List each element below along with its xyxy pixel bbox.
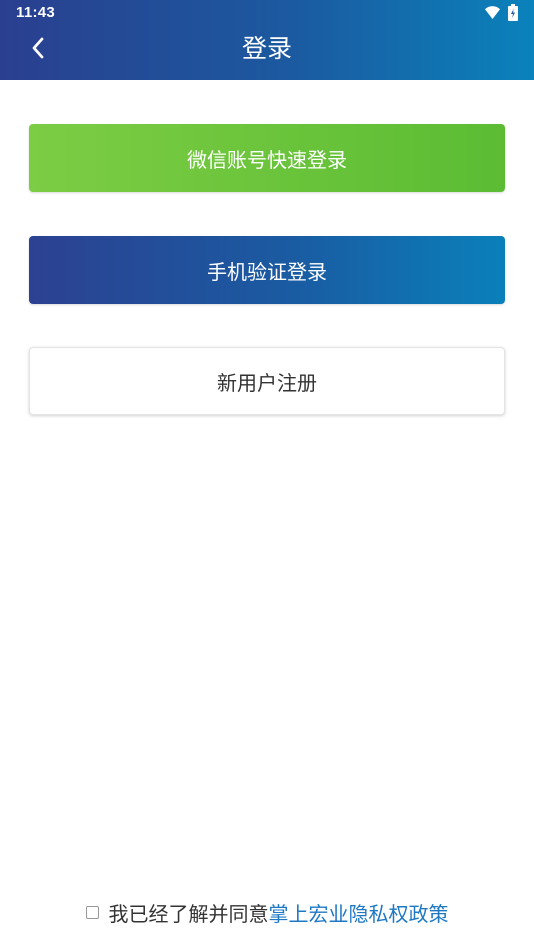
app-header: 11:43 登录 <box>0 0 534 80</box>
wifi-icon <box>485 6 500 19</box>
privacy-policy-link[interactable]: 掌上宏业隐私权政策 <box>269 898 449 927</box>
phone-login-button[interactable]: 手机验证登录 <box>29 236 505 304</box>
agreement-row: 我已经了解并同意 掌上宏业隐私权政策 <box>0 898 534 927</box>
agree-checkbox[interactable] <box>85 906 99 919</box>
login-screen: 11:43 登录 微信账号快速登录 手机验证登录 新用户注册 我已经了解并同意 … <box>0 0 534 950</box>
wechat-login-label: 微信账号快速登录 <box>187 147 347 172</box>
battery-icon <box>508 4 518 21</box>
agreement-text: 我已经了解并同意 <box>108 902 269 926</box>
phone-login-label: 手机验证登录 <box>207 259 327 284</box>
wechat-login-button[interactable]: 微信账号快速登录 <box>29 124 505 192</box>
register-button[interactable]: 新用户注册 <box>29 347 505 415</box>
status-time: 11:43 <box>16 4 56 21</box>
register-label: 新用户注册 <box>217 370 317 395</box>
page-title: 登录 <box>241 34 292 63</box>
